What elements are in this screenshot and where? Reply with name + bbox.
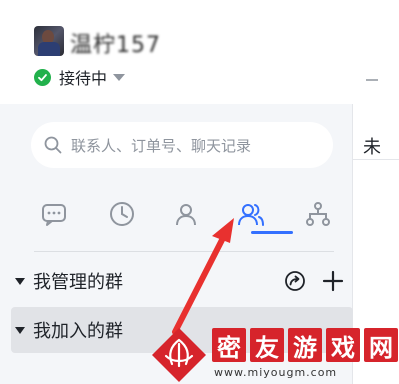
- caret-down-icon: [15, 326, 25, 334]
- watermark-char: 游: [288, 328, 322, 362]
- search-icon: [44, 136, 62, 154]
- watermark-logo: [152, 328, 206, 382]
- watermark-url: www.miyougm.com: [214, 366, 338, 379]
- group-section-label: 我加入的群: [33, 321, 123, 342]
- watermark-title: 密 友 游 戏 网: [212, 328, 398, 362]
- plus-icon: [322, 270, 344, 292]
- tab-organization[interactable]: [298, 196, 338, 232]
- top-bar: 温柠157 接待中: [0, 0, 399, 104]
- tab-messages[interactable]: [34, 196, 74, 232]
- tab-recent[interactable]: [102, 196, 142, 232]
- group-section-label: 我管理的群: [33, 272, 123, 293]
- more-icon[interactable]: [364, 70, 380, 89]
- username: 温柠157: [70, 33, 161, 58]
- person-icon: [176, 204, 196, 226]
- check-icon: [34, 68, 51, 86]
- add-group-button[interactable]: [321, 269, 345, 293]
- share-circle-button[interactable]: [283, 269, 307, 293]
- search-input[interactable]: 联系人、订单号、聊天记录: [31, 122, 333, 168]
- watermark-char: 密: [212, 328, 246, 362]
- group-section-managed[interactable]: 我管理的群: [11, 258, 353, 304]
- chat-bubble-icon: [42, 204, 66, 226]
- chevron-down-icon: [113, 73, 126, 81]
- status-selector[interactable]: 接待中: [34, 66, 126, 88]
- active-tab-indicator: [251, 231, 293, 234]
- nav-tabs: [24, 196, 344, 236]
- panel-tab-label[interactable]: 未: [363, 133, 381, 159]
- watermark-char: 网: [364, 328, 398, 362]
- tab-groups[interactable]: [231, 196, 271, 232]
- tab-contacts[interactable]: [166, 196, 206, 232]
- watermark-char: 友: [250, 328, 284, 362]
- contacts-group-icon: [238, 204, 264, 226]
- watermark: 密 友 游 戏 网 www.miyougm.com: [150, 322, 399, 384]
- caret-down-icon: [15, 277, 25, 285]
- search-placeholder: 联系人、订单号、聊天记录: [71, 136, 252, 155]
- org-tree-icon: [306, 202, 330, 226]
- watermark-char: 戏: [326, 328, 360, 362]
- clock-icon: [110, 202, 134, 226]
- status-label: 接待中: [59, 69, 108, 88]
- share-arrow-icon: [285, 271, 305, 291]
- avatar[interactable]: [34, 26, 64, 56]
